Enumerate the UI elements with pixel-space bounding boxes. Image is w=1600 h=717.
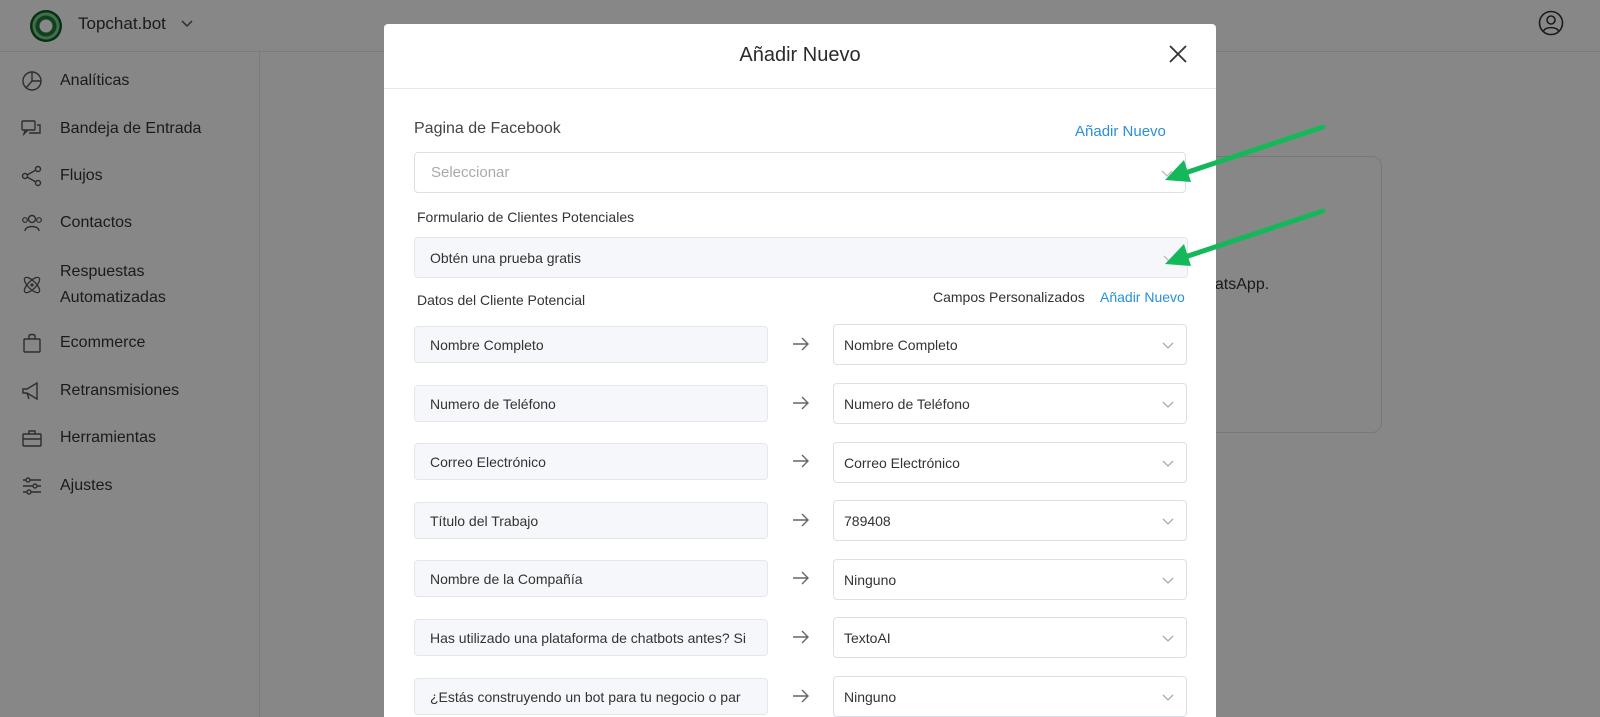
lead-form-select[interactable]: Obtén una prueba gratis	[414, 237, 1188, 278]
lead-field-source: ¿Estás construyendo un bot para tu negoc…	[414, 678, 768, 715]
annotation-arrow-icon	[1165, 124, 1326, 182]
chevron-down-icon	[1162, 460, 1174, 467]
close-icon[interactable]	[1166, 42, 1190, 66]
arrow-right-icon	[793, 513, 809, 527]
lead-field-source-text: Título del Trabajo	[430, 512, 539, 529]
custom-field-select[interactable]: Ninguno	[833, 559, 1187, 600]
lead-field-source-text: ¿Estás construyendo un bot para tu negoc…	[430, 688, 741, 705]
lead-field-source: Nombre Completo	[414, 326, 768, 363]
lead-form-value: Obtén una prueba gratis	[430, 249, 581, 266]
custom-field-value: Correo Electrónico	[844, 454, 960, 471]
lead-field-source: Has utilizado una plataforma de chatbots…	[414, 619, 768, 656]
custom-field-value: 789408	[844, 512, 891, 529]
lead-field-source: Numero de Teléfono	[414, 385, 768, 422]
arrow-right-icon	[793, 337, 809, 351]
lead-field-source-text: Numero de Teléfono	[430, 395, 556, 412]
chevron-down-icon	[1162, 518, 1174, 525]
custom-field-select[interactable]: Numero de Teléfono	[833, 383, 1187, 424]
custom-field-select[interactable]: Correo Electrónico	[833, 442, 1187, 483]
custom-field-select[interactable]: 789408	[833, 500, 1187, 541]
custom-field-value: Numero de Teléfono	[844, 395, 970, 412]
lead-data-label: Datos del Cliente Potencial	[417, 292, 586, 308]
chevron-down-icon	[1162, 694, 1174, 701]
arrow-right-icon	[793, 454, 809, 468]
modal-header: Añadir Nuevo	[384, 24, 1216, 89]
arrow-right-icon	[793, 571, 809, 585]
facebook-page-select[interactable]: Seleccionar	[414, 152, 1186, 193]
custom-fields-add-new-link[interactable]: Añadir Nuevo	[1100, 289, 1185, 305]
custom-fields-label: Campos Personalizados	[933, 289, 1085, 305]
lead-field-source-text: Nombre Completo	[430, 336, 544, 353]
custom-field-value: Ninguno	[844, 688, 897, 705]
facebook-page-label: Pagina de Facebook	[414, 120, 561, 137]
custom-field-select[interactable]: Nombre Completo	[833, 324, 1187, 365]
facebook-add-new-link[interactable]: Añadir Nuevo	[1075, 123, 1166, 140]
arrow-right-icon	[793, 689, 809, 703]
lead-field-source-text: Nombre de la Compañía	[430, 570, 583, 587]
chevron-down-icon	[1162, 342, 1174, 349]
lead-form-label: Formulario de Clientes Potenciales	[417, 209, 635, 225]
annotation-arrow-icon	[1165, 208, 1326, 266]
arrow-right-icon	[793, 630, 809, 644]
lead-field-source: Nombre de la Compañía	[414, 560, 768, 597]
lead-field-source-text: Has utilizado una plataforma de chatbots…	[430, 629, 746, 646]
chevron-down-icon	[1162, 635, 1174, 642]
lead-field-source-text: Correo Electrónico	[430, 453, 546, 470]
chevron-down-icon	[1162, 401, 1174, 408]
custom-field-select[interactable]: TextoAI	[833, 617, 1187, 658]
custom-field-value: Ninguno	[844, 571, 897, 588]
arrow-right-icon	[793, 396, 809, 410]
lead-field-source: Título del Trabajo	[414, 502, 768, 539]
custom-field-value: TextoAI	[844, 629, 891, 646]
add-new-modal: Añadir Nuevo Pagina de Facebook Añadir N…	[384, 24, 1216, 717]
lead-field-source: Correo Electrónico	[414, 443, 768, 480]
modal-title: Añadir Nuevo	[739, 44, 861, 66]
select-placeholder: Seleccionar	[431, 164, 510, 181]
custom-field-value: Nombre Completo	[844, 336, 958, 353]
chevron-down-icon	[1162, 577, 1174, 584]
custom-field-select[interactable]: Ninguno	[833, 676, 1187, 717]
